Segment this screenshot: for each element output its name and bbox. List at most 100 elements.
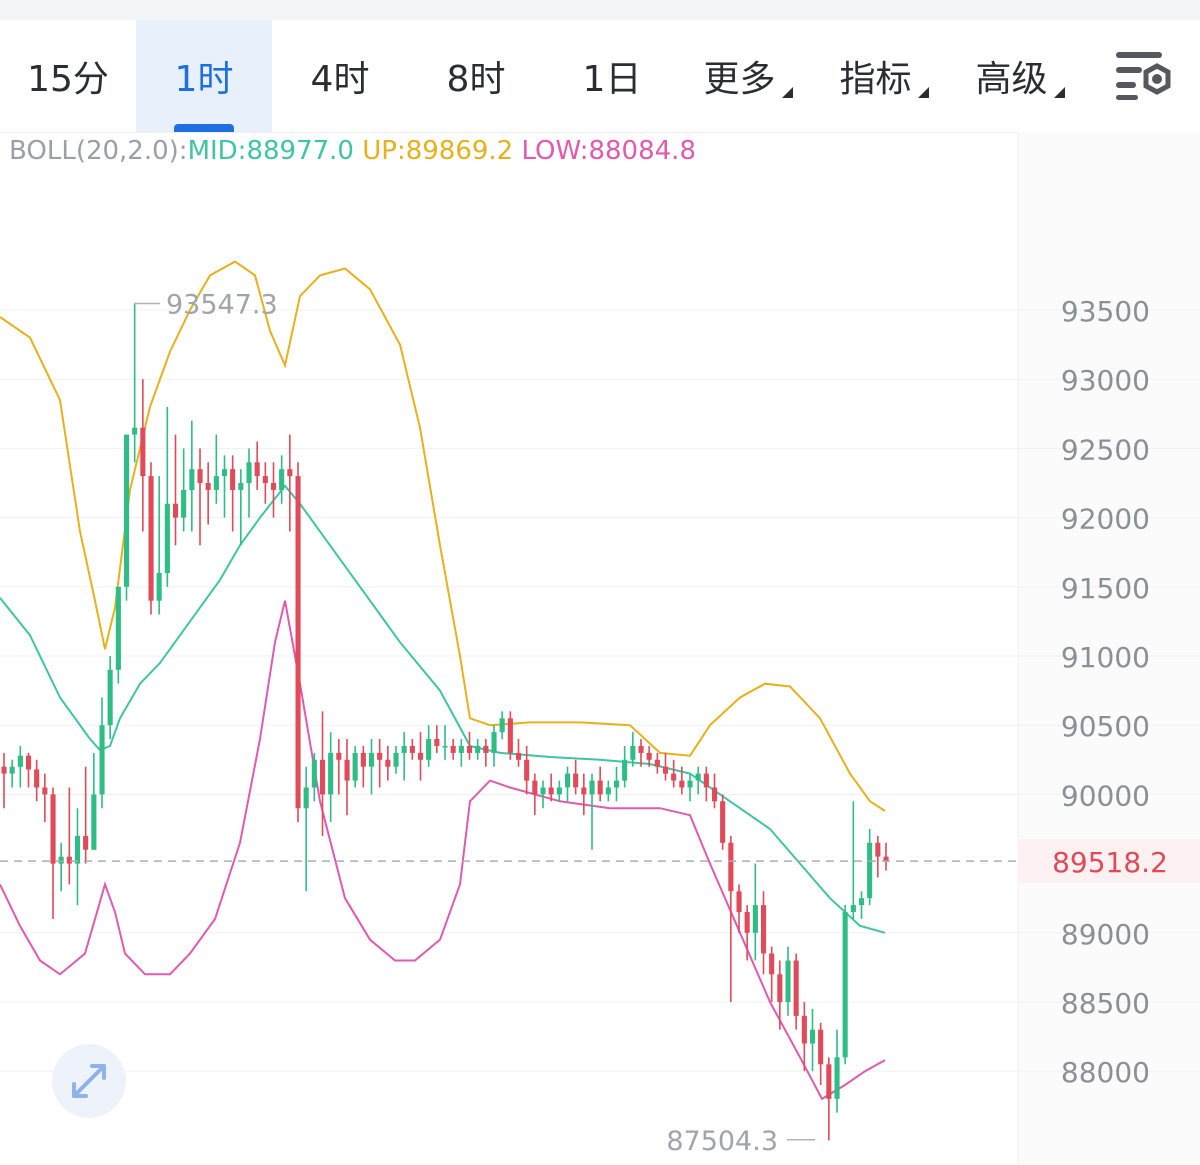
candle xyxy=(450,739,456,760)
candle xyxy=(581,773,587,816)
candle xyxy=(271,462,277,518)
candle xyxy=(303,766,309,892)
candle xyxy=(540,780,546,809)
candle xyxy=(475,739,481,760)
candle xyxy=(654,752,660,774)
status-strip xyxy=(0,0,1200,20)
candle xyxy=(491,725,497,767)
candle xyxy=(785,946,791,1016)
candle xyxy=(810,1008,816,1072)
candle xyxy=(246,448,252,518)
y-tick-label: 93500 xyxy=(1061,295,1150,328)
tab-label: 1时 xyxy=(174,59,234,100)
tab-label: 15分 xyxy=(27,59,109,100)
candle xyxy=(548,773,554,802)
candle xyxy=(671,759,677,788)
candle xyxy=(769,946,775,1002)
tab-label: 指标 xyxy=(839,59,912,100)
candle xyxy=(50,787,56,919)
candle xyxy=(222,455,228,518)
candle xyxy=(34,759,40,802)
candle xyxy=(344,739,350,816)
candle xyxy=(148,462,154,615)
boll-bands xyxy=(0,260,886,1101)
tab-15min[interactable]: 15分 xyxy=(0,20,136,132)
candle xyxy=(883,842,889,871)
candle xyxy=(83,766,89,864)
candle xyxy=(458,739,464,767)
candle xyxy=(140,379,146,532)
candle xyxy=(622,745,628,788)
y-tick-label: 90000 xyxy=(1061,779,1150,812)
candle xyxy=(565,766,571,802)
candle xyxy=(507,711,513,760)
candle xyxy=(687,773,693,802)
candle xyxy=(712,773,718,809)
candle xyxy=(442,725,448,760)
dropdown-corner-icon xyxy=(917,87,929,98)
candle xyxy=(556,780,562,802)
y-tick-label: 90500 xyxy=(1061,710,1150,743)
candle xyxy=(91,752,97,850)
candle xyxy=(605,780,611,802)
tab-label: 更多 xyxy=(703,59,776,100)
candle xyxy=(352,745,358,788)
candle xyxy=(867,828,873,906)
candle xyxy=(1,752,7,809)
candle xyxy=(42,773,48,823)
candle xyxy=(426,725,432,767)
candle xyxy=(328,732,334,823)
candle xyxy=(418,732,424,781)
candle xyxy=(834,1029,840,1113)
candle xyxy=(205,462,211,525)
candle xyxy=(393,745,399,774)
candle xyxy=(842,905,848,1065)
expand-arrows-icon xyxy=(72,1064,106,1098)
candle xyxy=(703,766,709,802)
expand-chart-button[interactable] xyxy=(52,1044,126,1118)
candle xyxy=(26,752,32,788)
candle xyxy=(793,953,799,1030)
y-tick-label: 91000 xyxy=(1061,641,1150,674)
y-tick-label: 88000 xyxy=(1061,1056,1150,1089)
tab-4hour[interactable]: 4时 xyxy=(272,20,408,132)
candle xyxy=(516,739,522,767)
candle xyxy=(818,1022,824,1086)
tab-advanced[interactable]: 高级 xyxy=(952,20,1088,132)
candle xyxy=(279,455,285,504)
candle xyxy=(597,766,603,802)
candle xyxy=(524,745,530,795)
tab-1hour[interactable]: 1时 xyxy=(136,20,272,132)
candle xyxy=(189,420,195,532)
chart-settings-icon[interactable] xyxy=(1110,48,1174,104)
candle xyxy=(115,586,121,684)
candle xyxy=(173,434,179,546)
high-price-label: 93547.3 xyxy=(166,289,278,320)
candlesticks xyxy=(1,303,889,1141)
candle xyxy=(409,739,415,760)
candle xyxy=(385,745,391,781)
candle xyxy=(826,1057,832,1141)
candle xyxy=(132,303,138,463)
candle xyxy=(777,960,783,1030)
candle xyxy=(17,745,23,788)
tab-1day[interactable]: 1日 xyxy=(544,20,680,132)
candle xyxy=(262,462,268,504)
candle xyxy=(181,448,187,532)
candle xyxy=(499,711,505,740)
current-price-label: 89518.2 xyxy=(1052,846,1168,879)
candle xyxy=(377,739,383,788)
candle xyxy=(663,752,669,781)
candle xyxy=(230,455,236,532)
timeframe-tab-bar: 15分 1时 4时 8时 1日 更多 指标 高级 xyxy=(0,20,1200,133)
tab-indicators[interactable]: 指标 xyxy=(816,20,952,132)
tab-more[interactable]: 更多 xyxy=(680,20,816,132)
candle xyxy=(107,656,113,740)
tab-8hour[interactable]: 8时 xyxy=(408,20,544,132)
price-chart[interactable]: 93500 93000 92500 92000 91500 91000 90500 90000… xyxy=(0,132,1200,1165)
candle xyxy=(295,462,301,823)
candle xyxy=(58,842,64,892)
candle xyxy=(720,794,726,850)
y-tick-label: 88500 xyxy=(1061,987,1150,1020)
candle xyxy=(401,732,407,781)
